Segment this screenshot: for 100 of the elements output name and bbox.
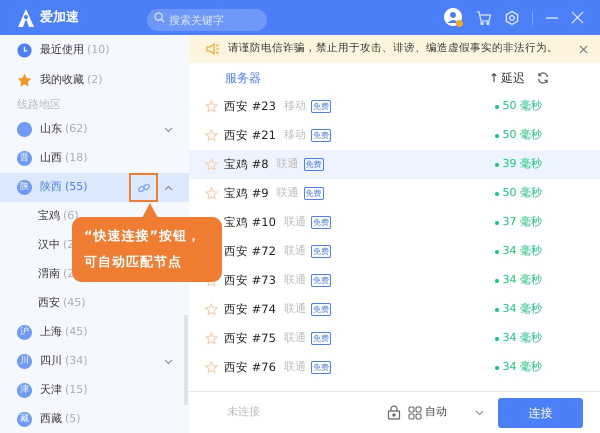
free-tag: 免费 xyxy=(304,158,324,171)
carrier-label: 移动 xyxy=(284,98,306,114)
clock-icon xyxy=(17,42,32,58)
chevron-down-icon[interactable] xyxy=(475,410,484,416)
latency-value: 50 毫秒 xyxy=(502,127,542,144)
settings-icon[interactable] xyxy=(504,10,520,26)
server-name: 西安 #23 xyxy=(224,98,276,115)
latency-value: 34 毫秒 xyxy=(502,243,542,260)
region-name[interactable]: 四川 xyxy=(40,353,62,370)
latency-value: 34 毫秒 xyxy=(502,359,542,376)
item-count: (55) xyxy=(65,179,88,196)
server-name: 西安 #76 xyxy=(224,358,276,376)
column-header[interactable]: 服务器 xyxy=(225,68,261,86)
region-badge xyxy=(17,122,32,137)
star-icon[interactable] xyxy=(205,158,218,171)
avatar-icon[interactable] xyxy=(444,8,464,28)
latency-value: 34 毫秒 xyxy=(502,301,542,318)
carrier-label: 联通 xyxy=(276,185,299,202)
latency-value: 39 毫秒 xyxy=(502,156,542,172)
carrier-label: 联通 xyxy=(276,156,299,172)
item-count: (62) xyxy=(65,121,88,138)
chevron-down-icon[interactable] xyxy=(164,358,173,364)
chevron-down-icon[interactable] xyxy=(164,126,173,132)
connection-status: 未连接 xyxy=(227,404,260,420)
callout-text: “快速连接”按钮， xyxy=(84,228,202,246)
star-icon xyxy=(17,72,32,88)
star-icon[interactable] xyxy=(205,303,218,316)
free-tag: 免费 xyxy=(310,245,331,258)
item-count: (45) xyxy=(63,295,86,312)
carrier-label: 联通 xyxy=(284,359,306,376)
free-tag: 免费 xyxy=(310,332,331,345)
speaker-icon xyxy=(206,43,220,55)
cart-icon[interactable] xyxy=(476,10,492,26)
item-count: (10) xyxy=(87,42,110,58)
server-name: 西安 #75 xyxy=(224,330,276,347)
sort-arrow[interactable]: ↑ xyxy=(488,68,499,86)
link-icon xyxy=(136,180,150,194)
star-icon[interactable] xyxy=(205,332,218,345)
carrier-label: 移动 xyxy=(284,127,306,144)
carrier-label: 联通 xyxy=(284,272,306,288)
item-count: (34) xyxy=(65,353,88,370)
region-badge: 津 xyxy=(17,383,32,398)
lock-icon[interactable] xyxy=(387,405,401,420)
connect-button[interactable]: 连接 xyxy=(498,398,583,428)
region-name[interactable]: 宝鸡 xyxy=(38,208,60,225)
sidebar-item[interactable]: 最近使用 xyxy=(40,42,84,58)
carrier-label: 联通 xyxy=(284,301,306,318)
refresh-icon[interactable] xyxy=(537,72,549,84)
latency-value: 37 毫秒 xyxy=(502,214,542,230)
latency-value: 50 毫秒 xyxy=(502,185,542,202)
carrier-label: 联通 xyxy=(284,330,306,346)
region-name[interactable]: 渭南 xyxy=(38,266,60,283)
server-name: 西安 #21 xyxy=(224,126,276,144)
item-count: (45) xyxy=(65,324,88,340)
carrier-label: 联通 xyxy=(284,214,306,230)
free-tag: 免费 xyxy=(310,303,331,316)
quick-connect-button[interactable] xyxy=(129,173,158,202)
close-icon[interactable] xyxy=(579,44,588,54)
mode-label[interactable]: 自动 xyxy=(425,404,447,421)
region-badge: 晋 xyxy=(17,151,32,166)
item-count: (18) xyxy=(65,150,88,166)
star-icon[interactable] xyxy=(205,100,218,113)
item-count: (15) xyxy=(65,382,88,398)
item-count: (6) xyxy=(63,208,79,224)
carrier-label: 联通 xyxy=(284,243,306,260)
region-badge: 陕 xyxy=(17,180,32,195)
free-tag: 免费 xyxy=(310,100,331,113)
latency-value: 50 毫秒 xyxy=(502,98,542,114)
chevron-up-icon[interactable] xyxy=(164,184,173,190)
region-name[interactable]: 西藏 xyxy=(40,411,62,428)
server-name: 西安 #74 xyxy=(224,300,276,318)
sidebar-item[interactable]: 我的收藏 xyxy=(40,72,84,88)
callout-text: 可自动匹配节点 xyxy=(84,254,183,272)
region-badge: 川 xyxy=(17,354,32,369)
server-name: 宝鸡 #8 xyxy=(224,156,269,173)
latency-value: 34 毫秒 xyxy=(502,272,542,288)
free-tag: 免费 xyxy=(310,216,331,229)
section-title: 线路地区 xyxy=(16,97,62,113)
server-name: 西安 #72 xyxy=(224,242,276,260)
column-header[interactable]: 延迟 xyxy=(501,68,525,86)
item-count: (5) xyxy=(65,411,81,428)
free-tag: 免费 xyxy=(310,129,331,142)
region-badge: 沪 xyxy=(17,325,32,340)
region-name[interactable]: 山东 xyxy=(40,121,62,138)
star-icon[interactable] xyxy=(205,187,218,200)
item-count: (2) xyxy=(87,72,103,88)
search-icon xyxy=(154,12,165,22)
region-name[interactable]: 天津 xyxy=(40,382,62,399)
latency-value: 34 毫秒 xyxy=(502,330,542,346)
server-name: 西安 #73 xyxy=(224,272,276,289)
grid-icon[interactable] xyxy=(408,406,422,420)
logo-icon xyxy=(16,8,36,28)
region-name[interactable]: 上海 xyxy=(40,324,62,341)
region-name[interactable]: 西安 xyxy=(38,295,60,312)
star-icon[interactable] xyxy=(205,361,218,374)
region-name[interactable]: 山西 xyxy=(40,150,62,167)
region-name[interactable]: 汉中 xyxy=(38,237,60,254)
server-name: 宝鸡 #9 xyxy=(224,184,269,202)
star-icon[interactable] xyxy=(205,129,218,142)
region-badge: 藏 xyxy=(17,412,32,427)
